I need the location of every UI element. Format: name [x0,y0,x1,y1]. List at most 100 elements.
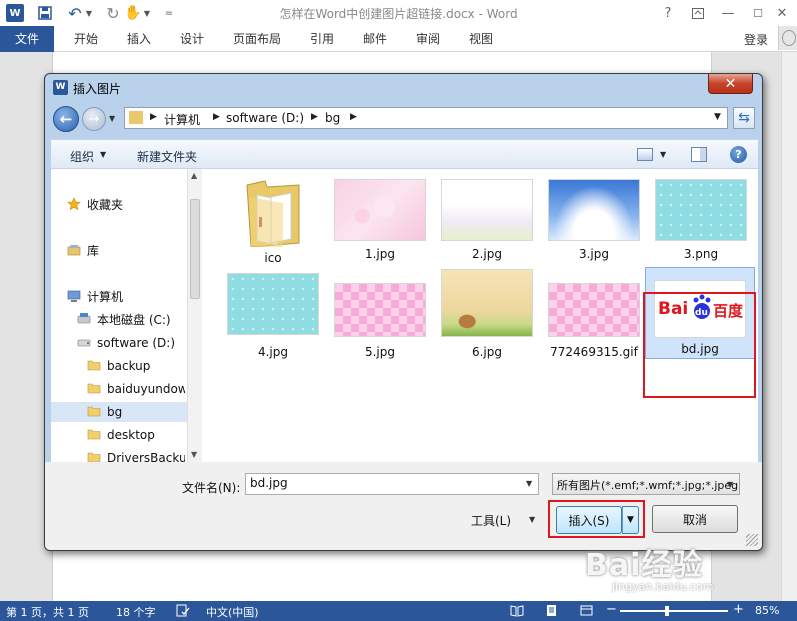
scrollbar-thumb[interactable] [190,199,200,299]
nav-item-label: DriversBackup [107,451,185,462]
back-button[interactable]: ← [53,106,79,132]
file-item-5-jpg[interactable]: 5.jpg [330,269,430,365]
nav-favorites[interactable]: 收藏夹 [67,195,185,215]
file-name: 3.png [683,247,719,261]
word-dialog-icon: W [53,80,68,95]
file-item-3-png[interactable]: 3.png [651,173,751,269]
organize-button[interactable]: 组织 [70,148,94,165]
print-layout-icon[interactable] [545,604,558,620]
word-count[interactable]: 18 个字 [116,604,156,620]
minimize-button[interactable]: — [717,3,739,23]
nav-folder-baiduyundownload[interactable]: baiduyundownload [87,379,185,399]
address-bar[interactable]: ▶ 计算机 ▶ software (D:) ▶ bg ▶ ▼ [124,107,728,129]
cancel-button[interactable]: 取消 [652,505,738,533]
nav-drive-c[interactable]: 本地磁盘 (C:) [77,310,185,330]
file-item-4-jpg[interactable]: 4.jpg [223,269,323,365]
tab-review[interactable]: 审阅 [416,26,440,52]
help-button[interactable]: ? [657,3,679,23]
proofing-icon[interactable] [176,604,190,620]
file-thumbnail [548,179,640,241]
zoom-out-button[interactable]: − [606,602,617,617]
command-bar: 组织 ▼ 新建文件夹 ▼ ? [51,139,758,169]
file-item-772469315-gif[interactable]: 772469315.gif [544,269,644,365]
organize-dropdown-icon[interactable]: ▼ [100,150,106,159]
crumb-software-d[interactable]: software (D:) [226,111,304,125]
maximize-button[interactable]: ☐ [747,3,769,23]
crumb-computer[interactable]: 计算机 [164,111,200,128]
dialog-footer: 文件名(N): bd.jpg ▼ 所有图片(*.emf;*.wmf;*.jpg;… [45,462,762,550]
web-layout-icon[interactable] [580,604,593,620]
crumb-arrow-icon[interactable]: ▶ [311,112,318,122]
scroll-up-icon[interactable]: ▲ [191,171,197,180]
recent-locations-icon[interactable]: ▼ [109,114,115,123]
crumb-bg[interactable]: bg [325,111,340,125]
login-link[interactable]: 登录 [744,31,768,48]
file-item-2-jpg[interactable]: 2.jpg [437,173,537,269]
file-thumbnail [548,283,640,337]
zoom-slider-thumb[interactable] [665,606,669,616]
baidu-jingyan-watermark: Bai经验 [585,548,704,583]
account-avatar[interactable] [778,26,797,50]
new-folder-button[interactable]: 新建文件夹 [137,148,197,165]
tab-home[interactable]: 开始 [74,26,98,52]
nav-computer[interactable]: 计算机 [67,287,185,307]
library-icon [67,243,81,257]
nav-drive-d[interactable]: software (D:) [77,333,185,353]
document-scrollbar[interactable] [781,52,797,601]
close-button[interactable]: ✕ [771,3,793,23]
read-mode-icon[interactable] [510,604,524,620]
tab-design[interactable]: 设计 [180,26,204,52]
file-item-ico[interactable]: ico [223,173,323,269]
nav-pane-scrollbar[interactable]: ▲ ▼ [187,169,202,462]
language[interactable]: 中文(中国) [206,604,259,620]
change-view-icon[interactable] [637,148,653,161]
file-type-select[interactable]: 所有图片(*.emf;*.wmf;*.jpg;*.jpeg) [552,473,740,495]
zoom-level[interactable]: 85% [755,604,779,617]
nav-folder-backup[interactable]: backup [87,356,185,376]
nav-item-label: backup [107,359,151,373]
dialog-close-button[interactable]: ✕ [708,74,753,94]
drive-icon [77,335,91,349]
tab-file[interactable]: 文件 [0,26,54,52]
nav-library[interactable]: 库 [67,241,185,261]
filename-dropdown-icon[interactable]: ▼ [526,479,532,488]
tools-button[interactable]: 工具(L) [471,512,511,529]
file-name: 772469315.gif [550,345,638,359]
address-dropdown-icon[interactable]: ▼ [714,112,721,122]
file-item-3-jpg[interactable]: 3.jpg [544,173,644,269]
resize-grip[interactable] [746,534,758,546]
crumb-arrow-icon[interactable]: ▶ [350,112,357,122]
file-type-dropdown-icon[interactable]: ▼ [727,480,733,489]
nav-item-label: bg [107,405,123,419]
preview-pane-icon[interactable] [691,147,707,162]
view-dropdown-icon[interactable]: ▼ [660,150,666,159]
crumb-arrow-icon[interactable]: ▶ [150,112,157,122]
file-item-1-jpg[interactable]: 1.jpg [330,173,430,269]
zoom-in-button[interactable]: + [733,602,744,617]
star-icon [67,197,81,211]
tab-insert[interactable]: 插入 [127,26,151,52]
nav-folder-bg[interactable]: bg [51,402,187,422]
page-count[interactable]: 第 1 页，共 1 页 [6,604,89,620]
tools-dropdown-icon[interactable]: ▼ [529,515,535,524]
folder-icon [246,180,300,247]
forward-button[interactable]: → [82,107,106,131]
ribbon-display-options-icon[interactable] [687,3,709,23]
file-item-6-jpg[interactable]: 6.jpg [437,269,537,365]
nav-folder-driversbackup[interactable]: DriversBackup [87,448,185,462]
file-thumbnail [227,273,319,335]
nav-item-label: software (D:) [97,336,175,350]
refresh-icon[interactable]: ⇆ [733,107,755,129]
watermark-url: jingyan.baidu.com [612,580,714,593]
file-name: ico [264,251,282,265]
help-icon[interactable]: ? [730,146,747,163]
nav-folder-desktop[interactable]: desktop [87,425,185,445]
tab-references[interactable]: 引用 [310,26,334,52]
zoom-slider[interactable] [620,610,728,612]
scroll-down-icon[interactable]: ▼ [191,450,197,459]
filename-input[interactable]: bd.jpg [245,473,539,495]
tab-view[interactable]: 视图 [469,26,493,52]
tab-mailings[interactable]: 邮件 [363,26,387,52]
tab-page-layout[interactable]: 页面布局 [233,26,281,52]
crumb-arrow-icon[interactable]: ▶ [213,112,220,122]
